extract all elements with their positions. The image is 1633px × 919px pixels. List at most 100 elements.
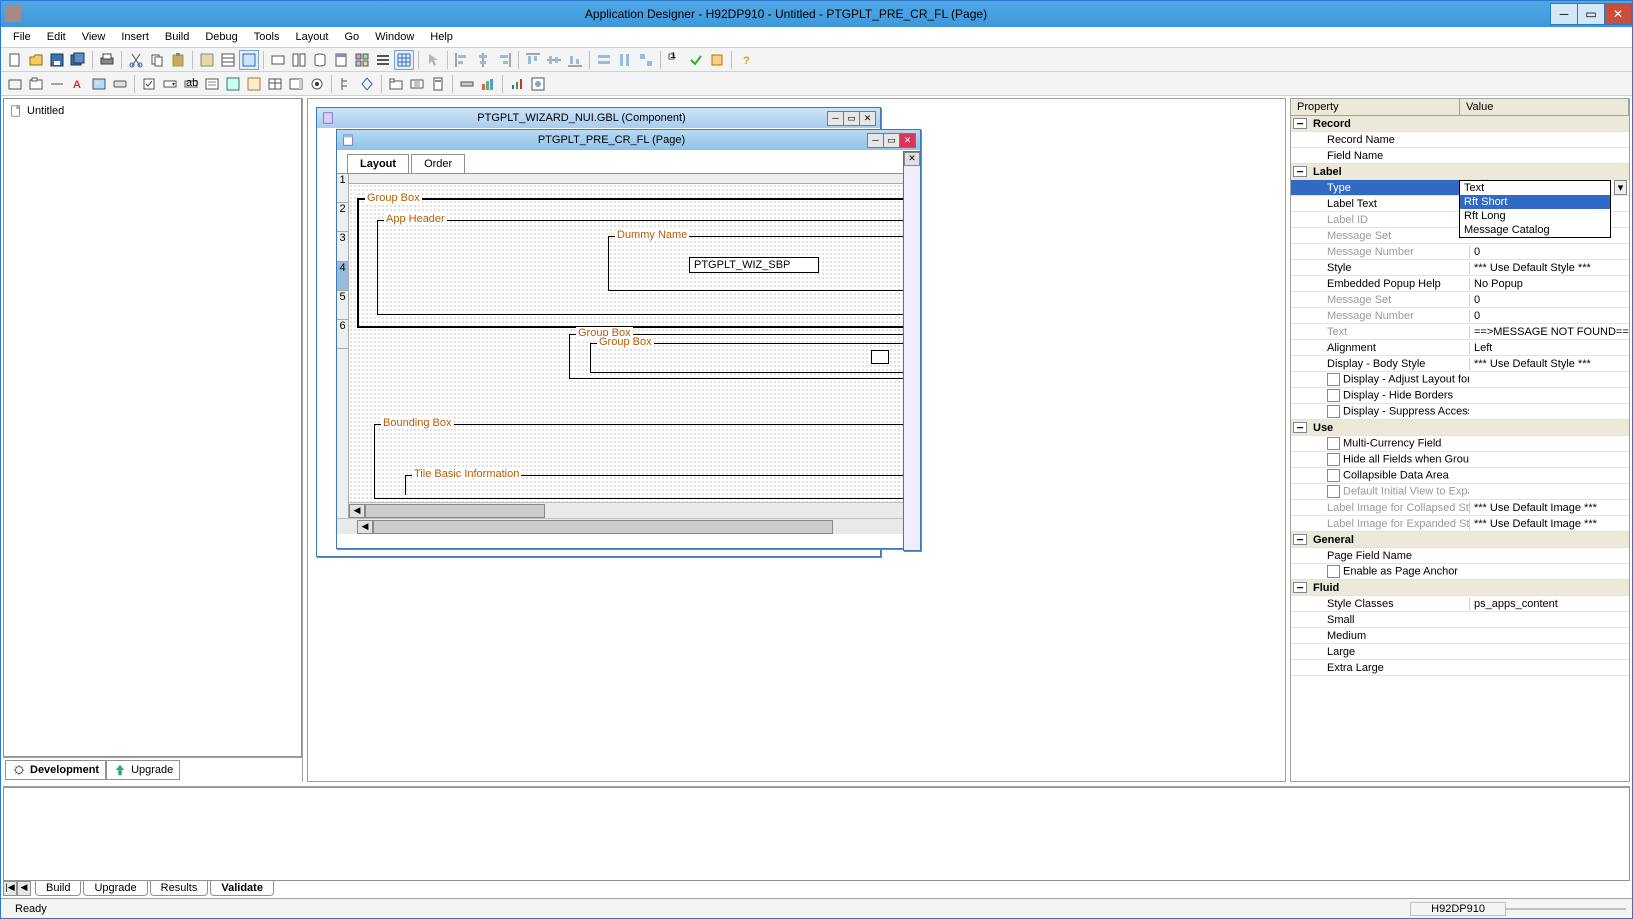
same-height-icon[interactable] <box>615 50 635 70</box>
proprow-use-4[interactable]: Label Image for Collapsed State*** Use D… <box>1291 500 1629 516</box>
menu-help[interactable]: Help <box>422 29 461 45</box>
proprow-label-9[interactable]: Text==>MESSAGE NOT FOUND== <box>1291 324 1629 340</box>
insert-field-icon[interactable] <box>289 50 309 70</box>
dropdown-option-2[interactable]: Rft Long <box>1460 209 1610 223</box>
grid-tool-icon[interactable] <box>265 74 285 94</box>
small-field[interactable] <box>871 350 889 364</box>
proprow-fluid-2[interactable]: Medium <box>1291 628 1629 644</box>
tile-basic-box[interactable]: Tile Basic Information <box>405 475 920 495</box>
tabstrip-tool-icon[interactable] <box>386 74 406 94</box>
mdi-page-max-icon[interactable]: ▭ <box>883 133 900 148</box>
help-icon[interactable]: ? <box>736 50 756 70</box>
tree-root-item[interactable]: Untitled <box>8 103 297 119</box>
proprow-use-2[interactable]: Collapsible Data Area <box>1291 468 1629 484</box>
propgrid-vscroll[interactable] <box>1619 18 1633 919</box>
design-hscroll[interactable]: ◀ ▶ <box>349 502 920 518</box>
same-width-icon[interactable] <box>594 50 614 70</box>
html-tool-icon[interactable] <box>357 74 377 94</box>
chart-tool-icon[interactable] <box>478 74 498 94</box>
minimize-button[interactable]: ─ <box>1550 3 1578 25</box>
property-grid-body[interactable]: −RecordRecord NameField Name−LabelTypeTe… <box>1291 116 1629 781</box>
select-icon[interactable] <box>423 50 443 70</box>
image-tool-icon[interactable] <box>89 74 109 94</box>
pushbutton-tool-icon[interactable] <box>407 74 427 94</box>
radio-tool-icon[interactable] <box>307 74 327 94</box>
menu-insert[interactable]: Insert <box>113 29 157 45</box>
type-dropdown-list[interactable]: TextRft ShortRft LongMessage Catalog <box>1459 180 1611 238</box>
align-middle-icon[interactable] <box>544 50 564 70</box>
field-wiz-sbp[interactable]: PTGPLT_WIZ_SBP <box>689 257 819 273</box>
proprow-label-6[interactable]: Embedded Popup HelpNo Popup <box>1291 276 1629 292</box>
mdi-max-icon[interactable]: ▭ <box>843 111 860 126</box>
groupbox-tool-icon[interactable] <box>26 74 46 94</box>
align-bottom-icon[interactable] <box>565 50 585 70</box>
proprow-label-5[interactable]: Style*** Use Default Style *** <box>1291 260 1629 276</box>
mdi-min-icon[interactable]: ─ <box>827 111 844 126</box>
dummy-name-box[interactable]: Dummy Name PTGPLT_WIZ_SBP <box>608 236 920 291</box>
proprow-record-1[interactable]: Field Name <box>1291 148 1629 164</box>
output-tab-results[interactable]: Results <box>150 881 209 896</box>
subpage-tool-icon[interactable] <box>223 74 243 94</box>
mdi-page-close-icon[interactable]: ✕ <box>899 133 916 148</box>
menu-window[interactable]: Window <box>367 29 422 45</box>
propgroup-general[interactable]: −General <box>1291 532 1629 548</box>
proprow-use-3[interactable]: Default Initial View to Expan... <box>1291 484 1629 500</box>
cut-icon[interactable] <box>126 50 146 70</box>
proprow-label-10[interactable]: AlignmentLeft <box>1291 340 1629 356</box>
insert-component-icon[interactable] <box>352 50 372 70</box>
groupbox-outer[interactable]: Group Box App Header Dummy Name PTGPLT_W… <box>357 198 920 328</box>
proprow-label-13[interactable]: Display - Hide Borders <box>1291 388 1629 404</box>
hidden-close-icon[interactable]: ✕ <box>904 152 920 166</box>
output-body[interactable] <box>3 787 1630 881</box>
horizontal-rule-tool-icon[interactable] <box>457 74 477 94</box>
menu-debug[interactable]: Debug <box>197 29 245 45</box>
insert-page-icon[interactable] <box>331 50 351 70</box>
menu-edit[interactable]: Edit <box>39 29 74 45</box>
proprow-use-0[interactable]: Multi-Currency Field <box>1291 436 1629 452</box>
output-tab-build[interactable]: Build <box>35 881 81 896</box>
menu-go[interactable]: Go <box>336 29 367 45</box>
menu-view[interactable]: View <box>74 29 114 45</box>
save-all-icon[interactable] <box>68 50 88 70</box>
analytics-tool-icon[interactable] <box>507 74 527 94</box>
build-icon[interactable] <box>707 50 727 70</box>
longedit-tool-icon[interactable] <box>202 74 222 94</box>
checkbox-tool-icon[interactable] <box>139 74 159 94</box>
proprow-general-1[interactable]: Enable as Page Anchor <box>1291 564 1629 580</box>
proprow-fluid-1[interactable]: Small <box>1291 612 1629 628</box>
align-right-icon[interactable] <box>494 50 514 70</box>
propgroup-use[interactable]: −Use <box>1291 420 1629 436</box>
tab-upgrade[interactable]: Upgrade <box>106 760 180 780</box>
page-tab-layout[interactable]: Layout <box>347 154 409 173</box>
align-left-icon[interactable] <box>452 50 472 70</box>
paste-icon[interactable] <box>168 50 188 70</box>
menu-tools[interactable]: Tools <box>246 29 288 45</box>
menu-layout[interactable]: Layout <box>287 29 336 45</box>
text-tool-icon[interactable]: A <box>68 74 88 94</box>
tree-tool-icon[interactable] <box>336 74 356 94</box>
tab-order-icon[interactable]: 1 <box>665 50 685 70</box>
proprow-label-8[interactable]: Message Number0 <box>1291 308 1629 324</box>
tab-development[interactable]: Development <box>5 760 106 780</box>
copy-icon[interactable] <box>147 50 167 70</box>
proprow-label-11[interactable]: Display - Body Style*** Use Default Styl… <box>1291 356 1629 372</box>
grid-toggle-icon[interactable] <box>239 50 259 70</box>
page-window-hscroll[interactable]: ◀ ▶ <box>337 518 920 534</box>
bounding-box[interactable]: Bounding Box Tile Basic Information <box>374 424 920 499</box>
proprow-label-7[interactable]: Message Set0 <box>1291 292 1629 308</box>
proprow-fluid-0[interactable]: Style Classesps_apps_content <box>1291 596 1629 612</box>
scroll-tool-icon[interactable] <box>286 74 306 94</box>
output-nav-prev-icon[interactable]: ◀ <box>17 881 31 896</box>
save-icon[interactable] <box>47 50 67 70</box>
proprow-use-1[interactable]: Hide all Fields when Group B... <box>1291 452 1629 468</box>
open-icon[interactable] <box>26 50 46 70</box>
app-header-box[interactable]: App Header Dummy Name PTGPLT_WIZ_SBP <box>377 220 920 315</box>
groupbox-3[interactable]: Group Box <box>590 343 920 373</box>
maximize-button[interactable]: ▭ <box>1577 3 1605 25</box>
dropdown-option-0[interactable]: Text <box>1460 181 1610 195</box>
proprow-fluid-3[interactable]: Large <box>1291 644 1629 660</box>
output-tab-upgrade[interactable]: Upgrade <box>83 881 147 896</box>
secpage-tool-icon[interactable] <box>244 74 264 94</box>
frame-icon[interactable] <box>5 74 25 94</box>
validate-icon[interactable] <box>686 50 706 70</box>
